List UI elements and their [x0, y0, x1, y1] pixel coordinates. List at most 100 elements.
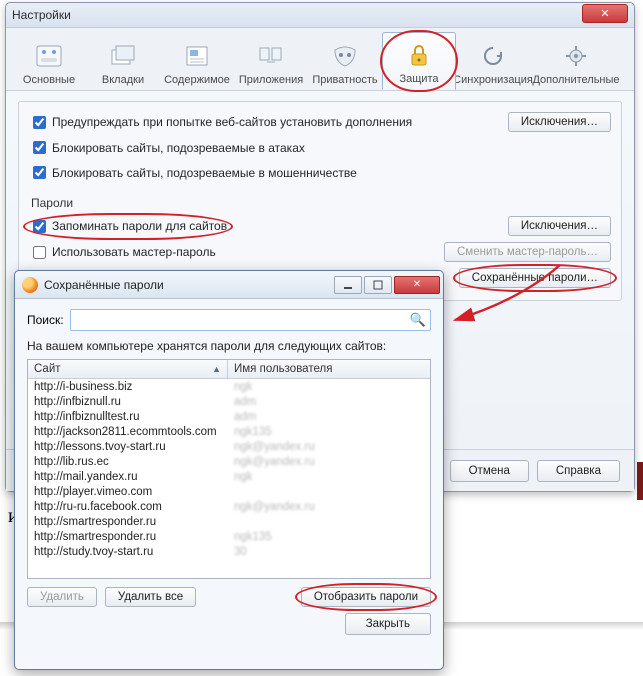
- cell-user: adm: [228, 394, 430, 409]
- table-row[interactable]: http://study.tvoy-start.ru30: [28, 544, 430, 559]
- pwd-info-text: На вашем компьютере хранятся пароли для …: [27, 339, 431, 353]
- search-icon: 🔍: [410, 312, 426, 328]
- tab-security-label: Защита: [400, 73, 439, 85]
- cell-user: [228, 514, 430, 529]
- change-master-button: Сменить мастер-пароль…: [444, 242, 611, 262]
- table-row[interactable]: http://mail.yandex.rungk: [28, 469, 430, 484]
- master-password-label: Использовать мастер-пароль: [52, 245, 216, 259]
- tab-advanced-label: Дополнительные: [532, 74, 619, 86]
- table-row[interactable]: http://lib.rus.ecngk@yandex.ru: [28, 454, 430, 469]
- lock-icon: [404, 40, 434, 70]
- table-row[interactable]: http://infbiznull.ruadm: [28, 394, 430, 409]
- cell-user: ngk@yandex.ru: [228, 454, 430, 469]
- cell-user: adm: [228, 409, 430, 424]
- table-row[interactable]: http://smartresponder.ru: [28, 514, 430, 529]
- mask-icon: [330, 41, 360, 71]
- maximize-button[interactable]: [364, 276, 392, 294]
- warn-addons-checkbox[interactable]: [33, 116, 46, 129]
- help-button[interactable]: Справка: [537, 460, 620, 482]
- settings-close-button[interactable]: ✕: [582, 4, 628, 23]
- column-site-label: Сайт: [34, 363, 61, 375]
- search-label: Поиск:: [27, 313, 64, 327]
- apps-icon: [256, 41, 286, 71]
- sync-icon: [478, 41, 508, 71]
- cell-user: ngk135: [228, 424, 430, 439]
- pwd-titlebar[interactable]: Сохранённые пароли ✕: [15, 271, 443, 299]
- saved-passwords-window: Сохранённые пароли ✕ Поиск: 🔍 На вашем к…: [14, 270, 444, 670]
- cancel-button[interactable]: Отмена: [450, 460, 529, 482]
- cell-site: http://smartresponder.ru: [28, 529, 228, 544]
- tab-applications[interactable]: Приложения: [234, 32, 308, 90]
- master-password-checkbox[interactable]: [33, 246, 46, 259]
- tab-general-label: Основные: [23, 74, 75, 86]
- tab-privacy-label: Приватность: [312, 74, 377, 86]
- tab-advanced[interactable]: Дополнительные: [530, 32, 622, 90]
- remember-passwords-label: Запоминать пароли для сайтов: [52, 219, 227, 233]
- table-row[interactable]: http://i-business.bizngk: [28, 379, 430, 394]
- warn-addons-label: Предупреждать при попытке веб-сайтов уст…: [52, 115, 412, 129]
- cell-user: 30: [228, 544, 430, 559]
- cell-site: http://jackson2811.ecommtools.com: [28, 424, 228, 439]
- tab-content-label: Содержимое: [164, 74, 230, 86]
- table-row[interactable]: http://infbiznulltest.ruadm: [28, 409, 430, 424]
- settings-tabs: Основные Вкладки Содержимое Приложения П…: [6, 28, 634, 91]
- sort-ascending-icon: ▲: [212, 364, 221, 374]
- tab-tabs[interactable]: Вкладки: [86, 32, 160, 90]
- search-input[interactable]: 🔍: [70, 309, 431, 331]
- exceptions-addons-button[interactable]: Исключения…: [508, 112, 611, 132]
- tab-general[interactable]: Основные: [12, 32, 86, 90]
- block-fraud-label: Блокировать сайты, подозреваемые в мошен…: [52, 166, 357, 180]
- tab-sync[interactable]: Синхронизация: [456, 32, 530, 90]
- column-user-label: Имя пользователя: [234, 363, 332, 375]
- tab-applications-label: Приложения: [239, 74, 303, 86]
- cell-user: ngk: [228, 469, 430, 484]
- cell-site: http://player.vimeo.com: [28, 484, 228, 499]
- tab-security[interactable]: Защита: [382, 32, 456, 90]
- table-row[interactable]: http://ru-ru.facebook.comngk@yandex.ru: [28, 499, 430, 514]
- cell-user: ngk@yandex.ru: [228, 499, 430, 514]
- table-row[interactable]: http://player.vimeo.com: [28, 484, 430, 499]
- cell-site: http://ru-ru.facebook.com: [28, 499, 228, 514]
- tab-sync-label: Синхронизация: [453, 74, 533, 86]
- cell-user: ngk135: [228, 529, 430, 544]
- cell-site: http://infbiznulltest.ru: [28, 409, 228, 424]
- content-icon: [182, 41, 212, 71]
- cell-user: [228, 484, 430, 499]
- settings-titlebar[interactable]: Настройки ✕: [6, 3, 634, 28]
- close-icon: ✕: [600, 7, 609, 20]
- cell-user: ngk: [228, 379, 430, 394]
- cell-site: http://infbiznull.ru: [28, 394, 228, 409]
- cell-site: http://lib.rus.ec: [28, 454, 228, 469]
- show-passwords-button[interactable]: Отобразить пароли: [301, 587, 431, 607]
- delete-all-button[interactable]: Удалить все: [105, 587, 196, 607]
- switches-icon: [34, 41, 64, 71]
- column-user[interactable]: Имя пользователя: [228, 360, 430, 378]
- tab-content[interactable]: Содержимое: [160, 32, 234, 90]
- cell-site: http://mail.yandex.ru: [28, 469, 228, 484]
- table-row[interactable]: http://smartresponder.rungk135: [28, 529, 430, 544]
- minimize-button[interactable]: [334, 276, 362, 294]
- delete-button[interactable]: Удалить: [27, 587, 97, 607]
- passwords-rows[interactable]: http://i-business.bizngkhttp://infbiznul…: [28, 379, 430, 576]
- decorative-red-strip: [637, 462, 643, 500]
- cell-site: http://i-business.biz: [28, 379, 228, 394]
- table-row[interactable]: http://jackson2811.ecommtools.comngk135: [28, 424, 430, 439]
- cell-user: ngk@yandex.ru: [228, 439, 430, 454]
- table-row[interactable]: http://lessons.tvoy-start.rungk@yandex.r…: [28, 439, 430, 454]
- block-fraud-checkbox[interactable]: [33, 166, 46, 179]
- block-attack-checkbox[interactable]: [33, 141, 46, 154]
- pwd-title: Сохранённые пароли: [44, 278, 334, 292]
- gear-icon: [561, 41, 591, 71]
- passwords-heading: Пароли: [31, 196, 611, 210]
- exceptions-passwords-button[interactable]: Исключения…: [508, 216, 611, 236]
- column-site[interactable]: Сайт ▲: [28, 360, 228, 378]
- tab-tabs-label: Вкладки: [102, 74, 144, 86]
- cell-site: http://lessons.tvoy-start.ru: [28, 439, 228, 454]
- cell-site: http://smartresponder.ru: [28, 514, 228, 529]
- close-button[interactable]: Закрыть: [345, 613, 431, 635]
- remember-passwords-checkbox[interactable]: [33, 220, 46, 233]
- tab-privacy[interactable]: Приватность: [308, 32, 382, 90]
- firefox-icon: [22, 277, 38, 293]
- pwd-close-button[interactable]: ✕: [394, 276, 440, 294]
- saved-passwords-button[interactable]: Сохранённые пароли…: [459, 268, 611, 288]
